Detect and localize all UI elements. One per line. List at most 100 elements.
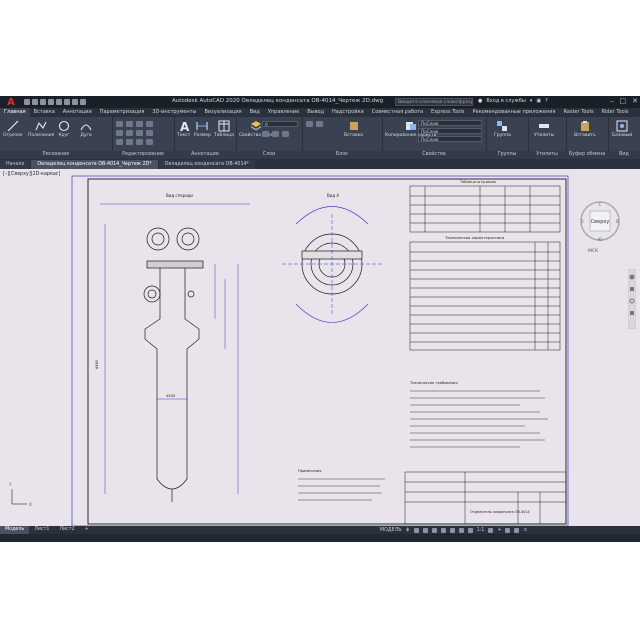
close-button[interactable]: ✕ (632, 97, 638, 105)
autocad-logo-icon[interactable]: A (0, 96, 22, 108)
ribbon-tab-view[interactable]: Вид (246, 108, 264, 117)
osnap-icon[interactable] (440, 527, 446, 533)
snap-icon[interactable] (413, 527, 419, 533)
transparency-icon[interactable] (458, 527, 464, 533)
doc-tab-start[interactable]: Начало (0, 160, 31, 169)
groups-panel-label[interactable]: Группы (486, 151, 528, 159)
rotate-icon[interactable] (126, 121, 133, 127)
plot-icon[interactable] (64, 99, 70, 105)
mirror-icon[interactable] (126, 130, 133, 136)
ribbon-tab-home[interactable]: Главная (0, 108, 30, 117)
maximize-button[interactable]: □ (620, 97, 627, 105)
model-space-toggle[interactable]: МОДЕЛЬ (380, 528, 402, 533)
stretch-icon[interactable] (116, 139, 123, 145)
navigation-bar[interactable] (628, 269, 636, 329)
base-view-tool[interactable]: Базовый (612, 120, 632, 138)
layer-freeze-icon[interactable] (272, 131, 279, 137)
user-icon[interactable]: ● (478, 98, 482, 104)
clipboard-panel-label[interactable]: Буфер обмена (566, 151, 608, 159)
properties-panel-label[interactable]: Свойства (382, 151, 486, 159)
ribbon-tab-manage[interactable]: Управление (264, 108, 303, 117)
open-file-icon[interactable] (32, 99, 38, 105)
workspace-gear-icon[interactable] (488, 527, 494, 533)
modify-panel-label[interactable]: Редактирование (112, 151, 174, 159)
move-icon[interactable] (116, 121, 123, 127)
circle-tool[interactable]: Круг (58, 120, 70, 138)
block-panel-label[interactable]: Блок (302, 151, 382, 159)
minimize-button[interactable]: – (610, 97, 614, 105)
drawing-canvas[interactable]: Вид спереди 4500 6480 Вид А Таблица штуц… (0, 169, 640, 526)
annotation-scale[interactable]: 1:1 (477, 528, 485, 533)
save-as-icon[interactable] (48, 99, 54, 105)
isolate-objects-icon[interactable] (505, 527, 511, 533)
layout-tab-model[interactable]: Модель (0, 526, 30, 534)
sign-in-link[interactable]: Вход в службы (486, 98, 525, 104)
cart-icon[interactable]: ▣ (536, 98, 541, 104)
ribbon-tab-express-tools[interactable]: Express Tools (427, 108, 468, 117)
utilities-tool[interactable]: Утилиты (534, 120, 554, 138)
viewcube[interactable]: Сверху С Ю З В (578, 199, 622, 243)
insert-block-tool[interactable]: Вставка (344, 120, 363, 138)
drawing-viewport[interactable]: [–][Сверху][2D-каркас] Вид спереди 4500 … (0, 169, 640, 526)
arc-tool[interactable]: Дуга (80, 120, 92, 138)
polar-icon[interactable] (431, 527, 437, 533)
trim-icon[interactable] (136, 121, 143, 127)
web-icon[interactable] (56, 99, 62, 105)
grid-toggle[interactable]: ⋕ (406, 528, 410, 533)
search-input[interactable]: Введите ключевое слово/фразу (395, 98, 473, 106)
fillet-icon[interactable] (136, 130, 143, 136)
wcs-label[interactable]: МСК (588, 249, 598, 254)
view-panel-label[interactable]: Вид (608, 151, 640, 159)
layer-off-icon[interactable] (262, 131, 269, 137)
layout-tab-sheet1[interactable]: Лист1 (29, 526, 54, 534)
redo-icon[interactable] (80, 99, 86, 105)
copy-icon[interactable] (116, 130, 123, 136)
offset-icon[interactable] (146, 139, 153, 145)
dimension-tool[interactable]: Размер (194, 120, 211, 138)
line-tool[interactable]: Отрезок (3, 120, 23, 138)
ribbon-tab-visualize[interactable]: Визуализация (200, 108, 245, 117)
lineweight-icon[interactable] (449, 527, 455, 533)
table-tool[interactable]: Таблица (214, 120, 234, 138)
ribbon-tab-3d-tools[interactable]: 3D-инструменты (148, 108, 200, 117)
annotation-panel-label[interactable]: Аннотации (174, 151, 236, 159)
ribbon-tab-rider-tools[interactable]: Rider Tools (598, 108, 633, 117)
linetype-combo[interactable]: ПоСлою (418, 128, 482, 134)
text-tool[interactable]: A Текст (177, 120, 190, 138)
layers-panel-label[interactable]: Слои (236, 151, 302, 159)
utilities-panel-label[interactable]: Утилиты (528, 151, 566, 159)
fullscreen-icon[interactable] (514, 527, 520, 533)
ribbon-tab-raster-tools[interactable]: Raster Tools (560, 108, 598, 117)
doc-tab-drawing-2d[interactable]: Овладелец конденсата ОВ-4014_Чертеж 2D* (31, 160, 158, 169)
ribbon-tab-output[interactable]: Вывод (303, 108, 328, 117)
paste-tool[interactable]: Вставить (574, 120, 596, 138)
draw-panel-label[interactable]: Рисование (0, 151, 112, 159)
ribbon-tab-addins[interactable]: Надстройки (328, 108, 368, 117)
selection-cycling-icon[interactable] (467, 527, 473, 533)
ortho-icon[interactable] (422, 527, 428, 533)
erase-icon[interactable] (146, 121, 153, 127)
undo-icon[interactable] (72, 99, 78, 105)
sign-in-dropdown-icon[interactable]: ▾ (530, 98, 533, 104)
array-icon[interactable] (136, 139, 143, 145)
save-icon[interactable] (40, 99, 46, 105)
edit-block-icon[interactable] (316, 121, 323, 127)
scale-icon[interactable] (126, 139, 133, 145)
status-plus-button[interactable]: + (497, 528, 501, 533)
ribbon-tab-parametric[interactable]: Параметризация (96, 108, 149, 117)
ribbon-tab-featured-apps[interactable]: Рекомендованные приложения (468, 108, 559, 117)
layer-lock-icon[interactable] (282, 131, 289, 137)
add-layout-button[interactable]: + (80, 526, 94, 534)
help-icon[interactable]: ? (545, 98, 548, 104)
create-block-icon[interactable] (306, 121, 313, 127)
doc-tab-drawing-3d[interactable]: Овладелец конденсата ОВ-4014* (158, 160, 255, 169)
explode-icon[interactable] (146, 130, 153, 136)
color-combo[interactable]: ПоСлою (418, 120, 482, 126)
ribbon-tab-annotate[interactable]: Аннотации (59, 108, 96, 117)
layout-tab-sheet2[interactable]: Лист2 (54, 526, 79, 534)
polyline-tool[interactable]: Полилиния (28, 120, 54, 138)
ribbon-tab-collaborate[interactable]: Совместная работа (368, 108, 427, 117)
group-tool[interactable]: Группа (494, 120, 511, 138)
layer-combo[interactable]: 0 (262, 121, 298, 127)
ribbon-tab-insert[interactable]: Вставка (30, 108, 59, 117)
